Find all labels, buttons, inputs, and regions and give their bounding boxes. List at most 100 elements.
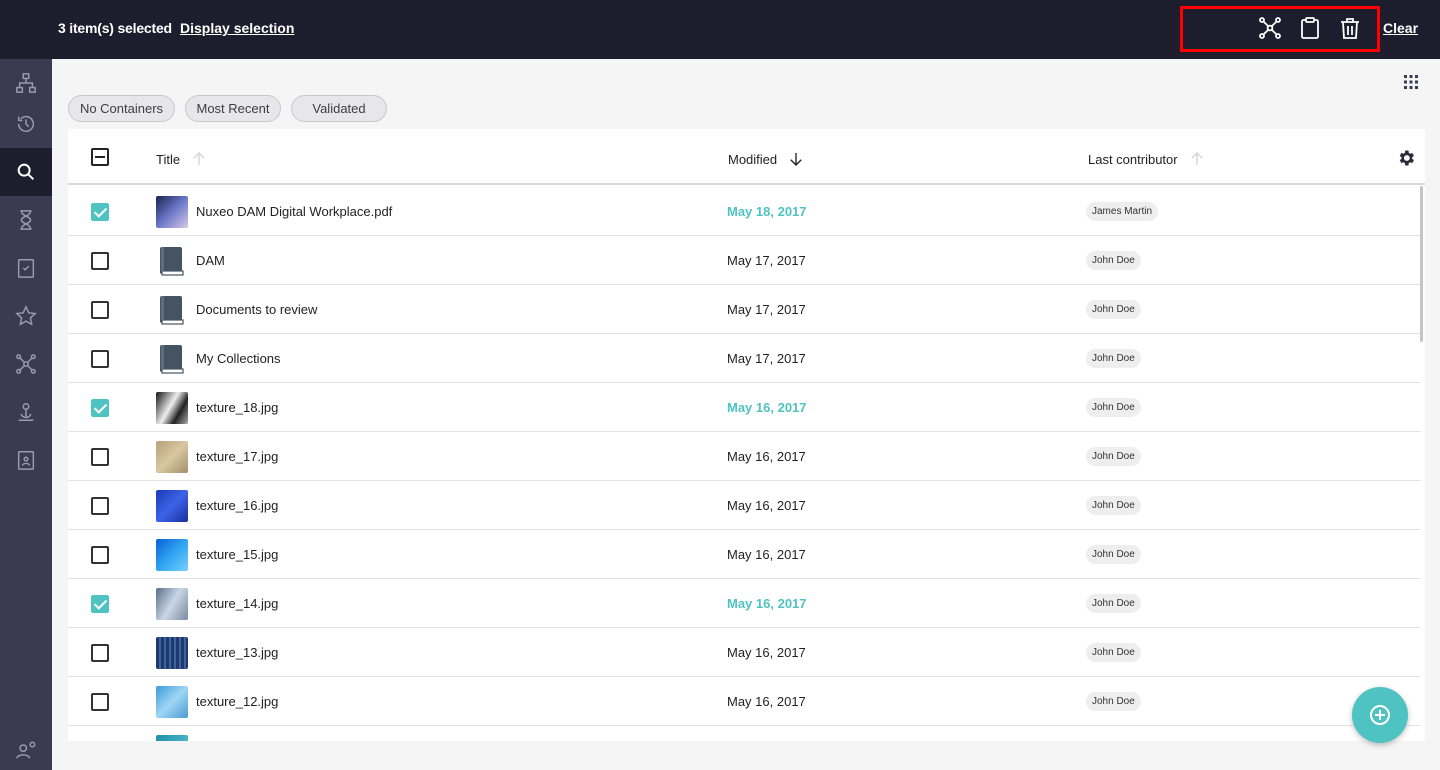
row-title[interactable]: texture_16.jpg	[196, 498, 278, 513]
row-modified: May 17, 2017	[727, 253, 806, 268]
row-title[interactable]: texture_13.jpg	[196, 645, 278, 660]
left-sidebar	[0, 59, 52, 770]
row-title[interactable]: texture_12.jpg	[196, 694, 278, 709]
row-checkbox[interactable]	[91, 301, 109, 319]
create-button[interactable]	[1352, 687, 1408, 743]
thumbnail	[156, 490, 188, 522]
search-icon	[17, 163, 35, 181]
table-row[interactable]: Nuxeo DAM Digital Workplace.pdf May 18, 2…	[68, 187, 1421, 236]
folder-book-icon	[160, 247, 184, 276]
filter-chip-no-containers[interactable]: No Containers	[68, 95, 175, 122]
trash-icon[interactable]	[1338, 16, 1362, 40]
row-title[interactable]: texture_17.jpg	[196, 449, 278, 464]
sidebar-item-clipboard[interactable]	[0, 244, 52, 292]
star-icon	[15, 305, 37, 326]
column-modified[interactable]: Modified	[728, 150, 805, 168]
contributor-chip[interactable]: John Doe	[1086, 398, 1141, 417]
contributor-chip[interactable]: John Doe	[1086, 545, 1141, 564]
row-title[interactable]: DAM	[196, 253, 225, 268]
row-modified: May 16, 2017	[727, 596, 807, 611]
sidebar-item-tasks[interactable]	[0, 196, 52, 244]
row-title[interactable]: texture_14.jpg	[196, 596, 278, 611]
sort-arrow-down-icon[interactable]	[787, 150, 805, 168]
add-to-collection-icon[interactable]	[1258, 16, 1282, 40]
column-contributor[interactable]: Last contributor	[1088, 150, 1206, 168]
filter-chip-validated[interactable]: Validated	[291, 95, 387, 122]
contributor-chip[interactable]: John Doe	[1086, 643, 1141, 662]
row-checkbox[interactable]	[91, 693, 109, 711]
sidebar-item-history[interactable]	[0, 100, 52, 148]
thumbnail	[156, 588, 188, 620]
clipboard-icon[interactable]	[1298, 16, 1322, 40]
selection-toolbar: 3 item(s) selected Display selection Cle…	[0, 0, 1440, 59]
contributor-chip[interactable]: John Doe	[1086, 594, 1141, 613]
contributor-chip[interactable]: John Doe	[1086, 349, 1141, 368]
table-row[interactable]: My Collections May 17, 2017 John Doe	[68, 334, 1421, 383]
table-row[interactable]: texture_15.jpg May 16, 2017 John Doe	[68, 530, 1421, 579]
table-row[interactable]: texture_18.jpg May 16, 2017 John Doe	[68, 383, 1421, 432]
thumbnail	[156, 392, 188, 424]
row-checkbox[interactable]	[91, 203, 109, 221]
contributor-chip[interactable]: John Doe	[1086, 300, 1141, 319]
sidebar-item-favorites[interactable]	[0, 292, 52, 340]
row-checkbox[interactable]	[91, 644, 109, 662]
row-modified: May 16, 2017	[727, 400, 807, 415]
row-checkbox[interactable]	[91, 546, 109, 564]
row-checkbox[interactable]	[91, 252, 109, 270]
row-checkbox[interactable]	[91, 595, 109, 613]
contributor-chip[interactable]: John Doe	[1086, 251, 1141, 270]
row-checkbox[interactable]	[91, 350, 109, 368]
column-modified-label: Modified	[728, 151, 778, 167]
table-header: Title Modified Last contributor	[68, 129, 1425, 185]
row-title[interactable]: Documents to review	[196, 302, 317, 317]
sidebar-item-search[interactable]	[0, 148, 52, 196]
table-row[interactable]: Documents to review May 17, 2017 John Doe	[68, 285, 1421, 334]
grid-view-icon[interactable]	[1403, 74, 1419, 90]
sort-arrow-up-icon[interactable]	[1188, 150, 1206, 168]
table-row[interactable]: texture_12.jpg May 16, 2017 John Doe	[68, 677, 1421, 726]
clear-selection-link[interactable]: Clear	[1383, 20, 1418, 36]
table-scrollbar[interactable]	[1420, 186, 1423, 342]
user-settings-icon	[16, 741, 36, 759]
tasks-hourglass-icon	[20, 210, 32, 230]
row-checkbox[interactable]	[91, 399, 109, 417]
thumbnail	[156, 196, 188, 228]
sidebar-item-worklist[interactable]	[0, 436, 52, 484]
sidebar-item-user-settings[interactable]	[0, 726, 52, 770]
contributor-chip[interactable]: James Martin	[1086, 202, 1159, 221]
select-all-checkbox[interactable]	[91, 148, 109, 166]
row-title[interactable]: texture_15.jpg	[196, 547, 278, 562]
thumbnail	[156, 637, 188, 669]
filter-chip-most-recent[interactable]: Most Recent	[185, 95, 281, 122]
column-title[interactable]: Title	[156, 150, 208, 168]
column-contributor-label: Last contributor	[1088, 151, 1178, 167]
display-selection-link[interactable]: Display selection	[180, 20, 294, 36]
table-row[interactable]: texture_14.jpg May 16, 2017 John Doe	[68, 579, 1421, 628]
row-checkbox[interactable]	[91, 497, 109, 515]
row-modified: May 16, 2017	[727, 498, 806, 513]
contributor-chip[interactable]: John Doe	[1086, 496, 1141, 515]
table-row[interactable]: texture_13.jpg May 16, 2017 John Doe	[68, 628, 1421, 677]
gear-icon[interactable]	[1396, 148, 1416, 168]
browse-icon	[16, 73, 36, 93]
add-circle-icon	[1370, 705, 1390, 725]
selection-count: 3 item(s) selected	[58, 20, 172, 36]
sidebar-item-collections[interactable]	[0, 340, 52, 388]
row-title[interactable]: My Collections	[196, 351, 281, 366]
sidebar-item-personal-workspace[interactable]	[0, 388, 52, 436]
thumbnail	[156, 735, 188, 741]
personal-workspace-icon	[18, 403, 34, 421]
sort-arrow-up-icon[interactable]	[190, 150, 208, 168]
contributor-chip[interactable]: John Doe	[1086, 447, 1141, 466]
column-title-label: Title	[156, 151, 181, 167]
table-row[interactable]: texture_16.jpg May 16, 2017 John Doe	[68, 481, 1421, 530]
contributor-chip[interactable]: John Doe	[1086, 692, 1141, 711]
row-title[interactable]: Nuxeo DAM Digital Workplace.pdf	[196, 204, 392, 219]
row-title[interactable]: texture_18.jpg	[196, 400, 278, 415]
row-checkbox[interactable]	[91, 448, 109, 466]
table-row[interactable]: DAM May 17, 2017 John Doe	[68, 236, 1421, 285]
folder-book-icon	[160, 345, 184, 374]
table-row[interactable]: texture_17.jpg May 16, 2017 John Doe	[68, 432, 1421, 481]
worklist-icon	[17, 451, 35, 470]
row-modified: May 16, 2017	[727, 449, 806, 464]
